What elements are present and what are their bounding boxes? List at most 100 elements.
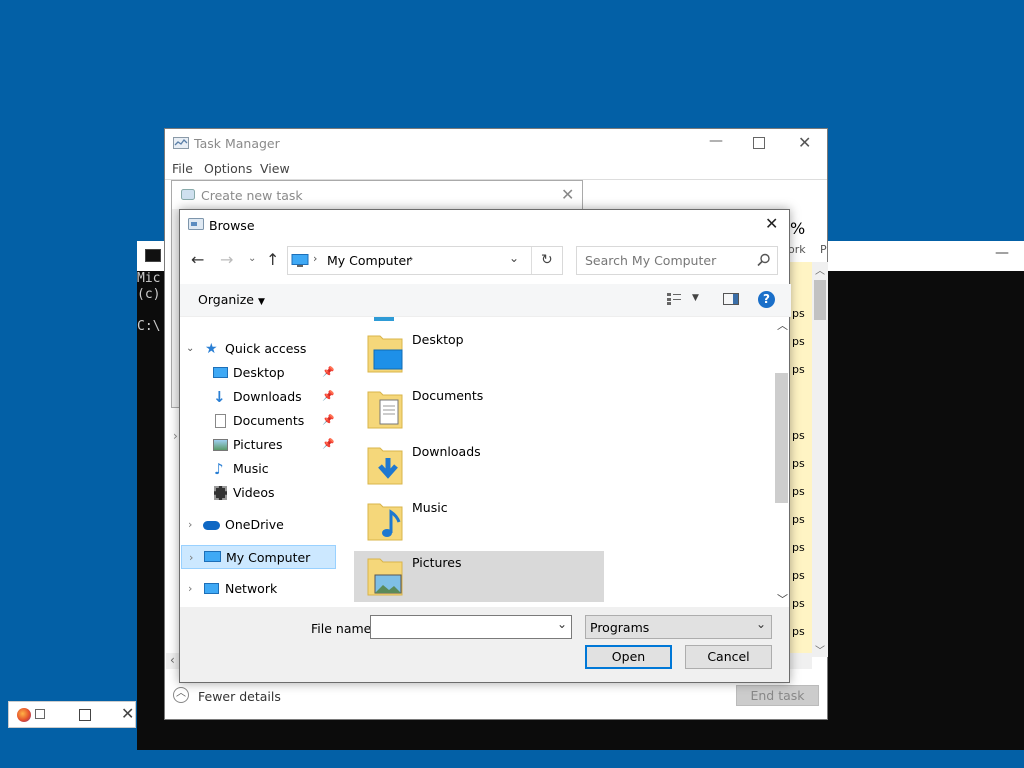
back-arrow-icon[interactable]: ← [191, 250, 204, 269]
vertical-scrollbar[interactable]: ︿ ﹀ [812, 262, 828, 657]
recent-locations-icon[interactable]: ⌄ [248, 253, 256, 264]
download-arrow-icon: ↓ [213, 388, 226, 406]
console-text: Mic (c) C:\ [137, 271, 161, 334]
menu-view[interactable]: View [260, 161, 290, 176]
menu-file[interactable]: File [172, 161, 193, 176]
music-folder-icon [366, 500, 404, 542]
folder-label: Documents [412, 388, 484, 403]
scroll-up-icon[interactable]: ︿ [777, 317, 788, 333]
dropdown-arrow-icon[interactable]: ⌄ [557, 617, 567, 631]
folder-item-downloads[interactable]: Downloads [354, 440, 604, 492]
breadcrumb-separator-icon: › [313, 252, 318, 265]
tree-item-videos[interactable]: Videos [180, 481, 353, 505]
scroll-up-icon[interactable]: ︿ [815, 262, 825, 277]
file-name-input[interactable]: ⌄ [370, 615, 572, 639]
breadcrumb-my-computer[interactable]: My Computer [327, 253, 411, 268]
window-title: Task Manager [194, 136, 280, 151]
task-manager-icon [173, 137, 189, 151]
organize-button[interactable]: Organize ▼ [198, 292, 265, 307]
fewer-details-link[interactable]: Fewer details [198, 689, 281, 704]
tree-label: Pictures [233, 437, 283, 452]
address-bar[interactable]: › My Computer › ⌄ ↻ [287, 246, 563, 275]
tree-item-music[interactable]: ♪ Music [180, 457, 353, 481]
file-list-scrollbar[interactable]: ︿ ﹀ [774, 317, 789, 607]
collapsed-chevron-icon: › [188, 518, 193, 531]
minimize-icon[interactable]: — [709, 133, 723, 149]
expanded-chevron-icon: ⌄ [186, 343, 195, 354]
forward-arrow-icon[interactable]: → [220, 250, 233, 269]
restore-icon[interactable] [35, 709, 45, 719]
pin-icon: 📌 [322, 415, 335, 426]
partial-folder-icon [374, 317, 394, 321]
folder-item-pictures[interactable]: Pictures [354, 551, 604, 602]
pin-icon: 📌 [322, 367, 335, 378]
file-type-value: Programs [590, 620, 650, 635]
onedrive-cloud-icon [203, 521, 220, 530]
scroll-down-icon[interactable]: ﹀ [815, 642, 825, 657]
tree-onedrive[interactable]: › OneDrive [180, 513, 353, 537]
table-row: ps [792, 457, 805, 470]
folder-item-music[interactable]: Music [354, 496, 604, 548]
pictures-icon [213, 439, 228, 451]
tree-item-downloads[interactable]: ↓ Downloads 📌 [180, 385, 353, 409]
cancel-button[interactable]: Cancel [685, 645, 772, 669]
collapse-up-icon[interactable]: ︿ [173, 687, 189, 703]
folder-item-desktop[interactable]: Desktop [354, 328, 604, 380]
scrollbar-thumb[interactable] [814, 280, 826, 320]
dropdown-arrow-icon: ▼ [257, 297, 265, 307]
star-icon: ★ [205, 341, 218, 357]
maximize-icon[interactable] [753, 137, 765, 149]
column-header-network[interactable]: ork [788, 243, 806, 256]
expand-chevron-icon[interactable]: › [173, 429, 178, 443]
maximize-icon[interactable] [79, 709, 91, 721]
document-icon [215, 414, 226, 428]
scroll-left-icon[interactable]: ‹ [170, 653, 175, 667]
tree-label: Documents [233, 413, 305, 428]
videos-icon [214, 486, 227, 500]
table-row: ps [792, 597, 805, 610]
close-icon[interactable]: ✕ [765, 214, 778, 233]
tree-label: My Computer [226, 550, 311, 565]
end-task-button[interactable]: End task [736, 685, 819, 706]
address-dropdown-icon[interactable]: ⌄ [509, 251, 519, 265]
table-row: ps [792, 625, 805, 638]
pin-icon: 📌 [322, 391, 335, 402]
tree-item-desktop[interactable]: Desktop 📌 [180, 361, 353, 385]
help-icon[interactable]: ? [758, 291, 775, 308]
column-header-power[interactable]: P [820, 243, 827, 256]
view-dropdown-icon[interactable]: ▼ [692, 293, 699, 303]
refresh-icon[interactable]: ↻ [541, 252, 553, 268]
tree-label: Downloads [233, 389, 302, 404]
folder-item-documents[interactable]: Documents [354, 384, 604, 436]
close-icon[interactable]: ✕ [561, 185, 574, 204]
search-box[interactable]: Search My Computer [576, 246, 778, 275]
scroll-down-icon[interactable]: ﹀ [777, 591, 788, 607]
minimize-icon[interactable]: — [995, 245, 1009, 261]
menu-options[interactable]: Options [204, 161, 252, 176]
up-arrow-icon[interactable]: ↑ [266, 250, 279, 269]
close-icon[interactable]: ✕ [121, 704, 134, 723]
desktop-folder-icon [366, 332, 404, 374]
preview-pane-icon[interactable] [723, 293, 739, 305]
file-type-select[interactable]: Programs ⌄ [585, 615, 772, 639]
computer-icon [204, 551, 221, 562]
scrollbar-thumb[interactable] [775, 373, 788, 503]
open-button[interactable]: Open [585, 645, 672, 669]
change-view-icon[interactable] [667, 293, 681, 305]
tree-item-documents[interactable]: Documents 📌 [180, 409, 353, 433]
table-row: ps [792, 307, 805, 320]
collapsed-chevron-icon: › [189, 551, 194, 564]
tree-item-pictures[interactable]: Pictures 📌 [180, 433, 353, 457]
breadcrumb-separator-icon[interactable]: › [409, 252, 413, 265]
tree-quick-access[interactable]: ⌄ ★ Quick access [180, 337, 353, 361]
table-row: ps [792, 541, 805, 554]
search-icon[interactable] [757, 253, 771, 267]
tree-my-computer[interactable]: › My Computer [181, 545, 336, 569]
tree-network[interactable]: › Network [180, 577, 353, 601]
pin-icon: 📌 [322, 439, 335, 450]
close-icon[interactable]: ✕ [798, 133, 811, 152]
column-header-percent[interactable]: % [790, 219, 805, 238]
folder-label: Pictures [412, 555, 462, 570]
table-row: ps [792, 429, 805, 442]
firefox-icon[interactable] [17, 708, 31, 722]
